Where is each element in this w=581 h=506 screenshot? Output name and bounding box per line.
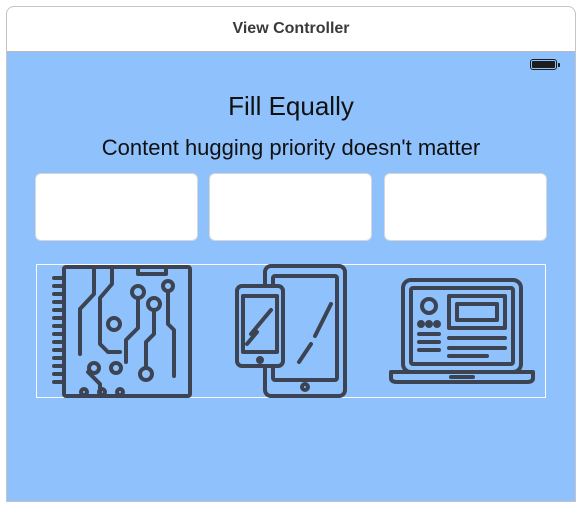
- text-field-2[interactable]: [209, 173, 372, 241]
- battery-icon: [530, 59, 560, 70]
- text-field-3[interactable]: [384, 173, 547, 241]
- laptop-image: [377, 265, 547, 397]
- page-subtitle: Content hugging priority doesn't matter: [101, 135, 481, 160]
- scene-title-bar[interactable]: View Controller: [7, 7, 575, 52]
- scene-title: View Controller: [232, 20, 350, 37]
- view-controller-scene: View Controller Fill Equally Content hug…: [6, 6, 576, 502]
- circuit-board-icon: [52, 265, 192, 398]
- text-field-stack: [35, 173, 547, 241]
- devices-image: [207, 264, 377, 398]
- phone-tablet-icon: [235, 264, 347, 398]
- circuit-board-image: [37, 265, 207, 398]
- text-field-1[interactable]: [35, 173, 198, 241]
- laptop-icon: [389, 278, 535, 384]
- image-stack: [36, 264, 546, 398]
- page-title: Fill Equally: [228, 91, 354, 121]
